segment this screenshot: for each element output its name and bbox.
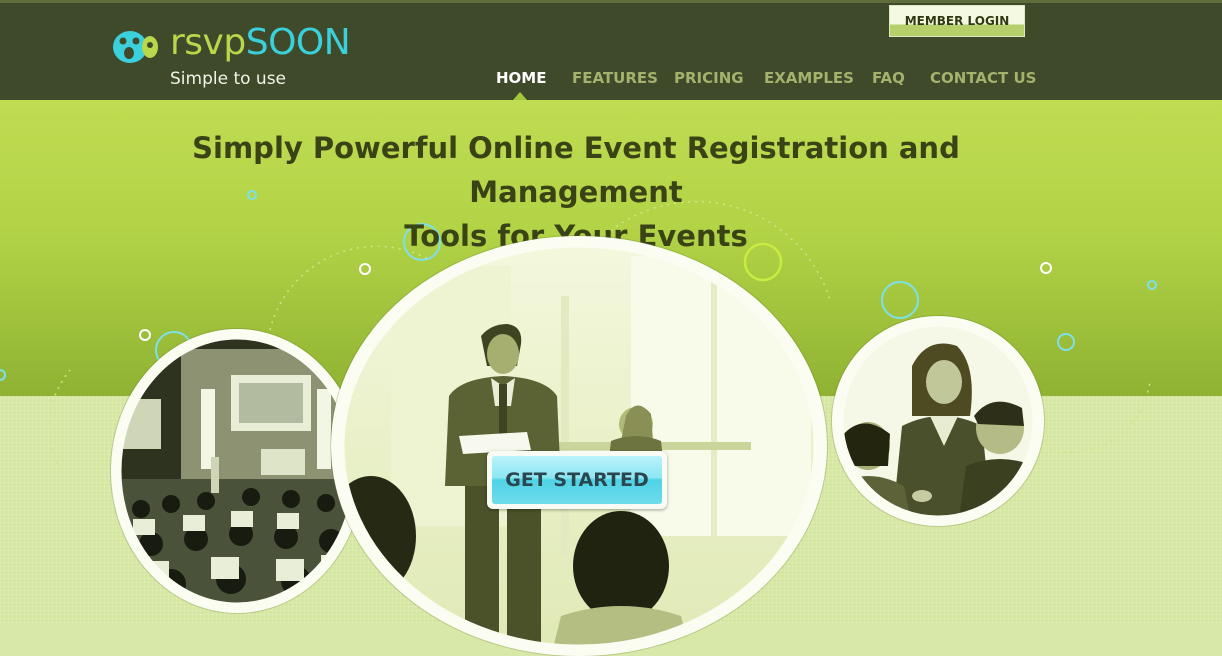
conference-audience-photo	[111, 329, 363, 613]
hero-headline-line1: Simply Powerful Online Event Registratio…	[192, 131, 960, 209]
business-team-photo	[832, 316, 1044, 526]
get-started-button[interactable]: GET STARTED	[487, 451, 667, 509]
get-started-label: GET STARTED	[492, 456, 662, 504]
presenter-photo	[331, 236, 827, 656]
